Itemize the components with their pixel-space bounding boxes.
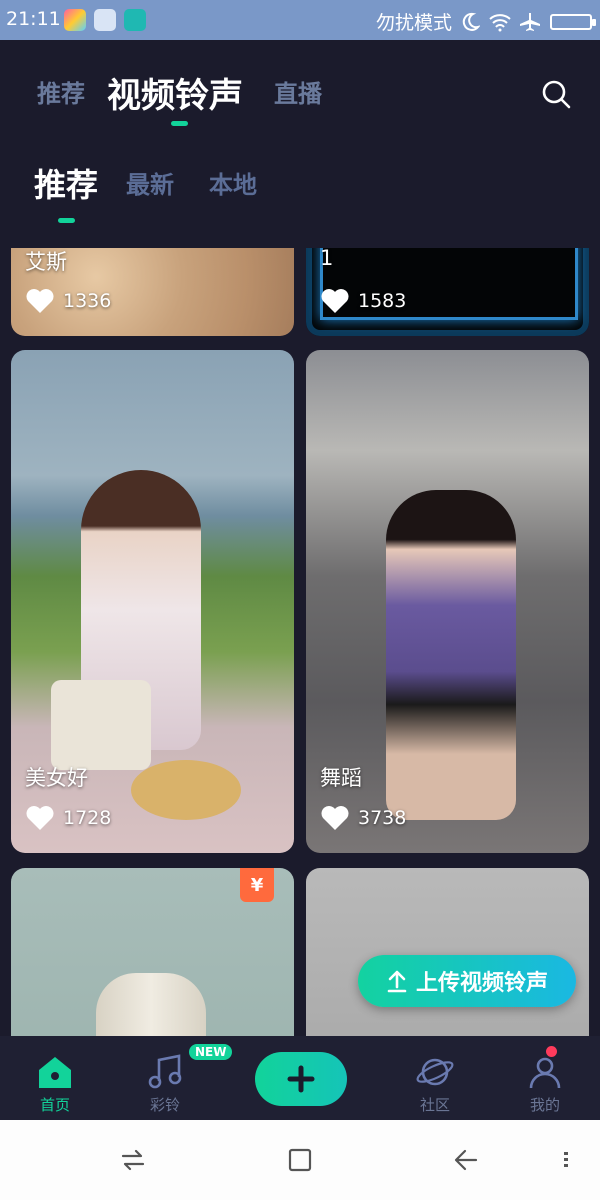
- new-badge: NEW: [189, 1044, 233, 1060]
- video-card[interactable]: [306, 868, 589, 1038]
- subtab-latest[interactable]: 最新: [126, 165, 174, 200]
- video-grid: 艾斯 1336 1 1583 美女好 1728 舞蹈 3738 ¥: [0, 248, 600, 1038]
- nav-profile-label: 我的: [529, 1096, 560, 1114]
- home-square-icon[interactable]: [286, 1146, 314, 1174]
- top-tab-bar: 推荐 视频铃声 直播: [0, 40, 600, 140]
- active-subtab-indicator: [58, 218, 75, 223]
- like-count-value: 1728: [63, 807, 112, 829]
- butterfly-figure: [96, 973, 206, 1038]
- like-count-value: 1583: [358, 290, 407, 312]
- system-navigation-bar: [0, 1120, 600, 1200]
- search-icon[interactable]: [540, 78, 572, 110]
- nav-community-label: 社区: [419, 1096, 450, 1114]
- card-title: 艾斯: [25, 250, 67, 274]
- usb-icon: [124, 9, 146, 31]
- status-time: 21:11: [6, 8, 61, 30]
- status-bar: 21:11 勿扰模式: [0, 0, 600, 40]
- home-icon: [39, 1057, 71, 1088]
- plus-icon: [287, 1065, 315, 1093]
- video-card[interactable]: 舞蹈 3738: [306, 350, 589, 853]
- nav-home-label: 首页: [39, 1096, 70, 1114]
- upload-icon: [387, 970, 407, 993]
- airplane-icon: [520, 12, 540, 31]
- like-count: 1728: [25, 805, 111, 831]
- like-count-value: 1336: [63, 290, 112, 312]
- video-card[interactable]: 美女好 1728: [11, 350, 294, 853]
- app-notification-icon: [64, 9, 86, 31]
- active-tab-indicator: [171, 121, 188, 126]
- upload-button-label: 上传视频铃声: [415, 971, 548, 996]
- battery-icon: [550, 13, 596, 30]
- straw-hat: [131, 760, 241, 820]
- menu-dots-icon[interactable]: [560, 1146, 572, 1174]
- like-count: 1336: [25, 288, 111, 314]
- like-count: 1583: [320, 288, 406, 314]
- card-title: 美女好: [25, 766, 88, 790]
- tab-recommend[interactable]: 推荐: [37, 74, 85, 109]
- person-figure: [386, 490, 516, 820]
- moon-icon: [462, 12, 480, 31]
- paid-badge: ¥: [240, 868, 274, 902]
- heart-icon: [321, 806, 349, 830]
- user-icon: [529, 1057, 561, 1089]
- nav-home[interactable]: 首页: [10, 1036, 100, 1120]
- like-count: 3738: [320, 805, 406, 831]
- notification-dot: [546, 1046, 557, 1057]
- planet-icon: [416, 1058, 454, 1086]
- upload-video-ringtone-button[interactable]: 上传视频铃声: [358, 955, 576, 1007]
- bottom-navigation: 首页 彩铃 NEW 社区 我的: [0, 1036, 600, 1120]
- video-card[interactable]: 艾斯 1336: [11, 248, 294, 336]
- heart-icon: [321, 289, 349, 313]
- tab-video-ringtone[interactable]: 视频铃声: [107, 68, 243, 117]
- subtab-recommend[interactable]: 推荐: [34, 160, 98, 206]
- card-title: 1: [320, 248, 334, 270]
- like-count-value: 3738: [358, 807, 407, 829]
- switch-apps-icon[interactable]: [119, 1146, 147, 1174]
- back-icon[interactable]: [452, 1146, 480, 1174]
- nav-community[interactable]: 社区: [390, 1036, 480, 1120]
- nav-profile[interactable]: 我的: [500, 1036, 590, 1120]
- dnd-mode-label: 勿扰模式: [375, 12, 452, 34]
- heart-icon: [26, 806, 54, 830]
- nav-color-ringtone-label: 彩铃: [149, 1096, 180, 1114]
- cleaner-notification-icon: [94, 9, 116, 31]
- subtab-local[interactable]: 本地: [209, 165, 257, 200]
- music-note-icon: [148, 1054, 182, 1089]
- tab-live[interactable]: 直播: [274, 74, 322, 109]
- create-button[interactable]: [255, 1052, 347, 1106]
- heart-icon: [26, 289, 54, 313]
- picnic-basket: [51, 680, 151, 770]
- wifi-icon: [489, 13, 511, 31]
- video-card[interactable]: 1 1583: [306, 248, 589, 336]
- video-card[interactable]: ¥: [11, 868, 294, 1038]
- card-title: 舞蹈: [320, 766, 362, 790]
